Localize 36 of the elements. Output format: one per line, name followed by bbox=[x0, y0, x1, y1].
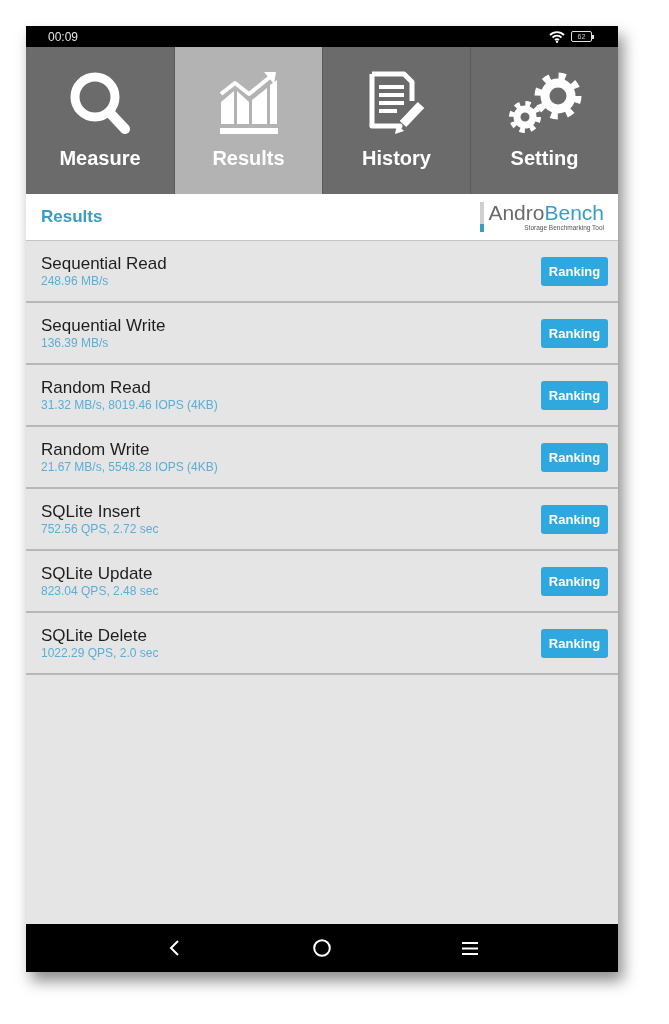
result-name: Sequential Read bbox=[41, 253, 167, 274]
result-value: 248.96 MB/s bbox=[41, 273, 110, 289]
result-value: 1022.29 QPS, 2.0 sec bbox=[41, 645, 159, 661]
result-value: 752.56 QPS, 2.72 sec bbox=[41, 521, 159, 537]
result-value: 823.04 QPS, 2.48 sec bbox=[41, 583, 159, 599]
gears-icon bbox=[507, 71, 582, 135]
result-name: SQLite Insert bbox=[41, 501, 142, 522]
result-name: SQLite Update bbox=[41, 563, 154, 584]
wifi-icon bbox=[549, 30, 565, 43]
tab[interactable]: Results bbox=[174, 47, 322, 194]
ranking-button[interactable]: Ranking bbox=[541, 566, 608, 596]
result-name: Random Read bbox=[41, 377, 152, 398]
status-time: 00:09 bbox=[48, 29, 79, 44]
result-value: 136.39 MB/s bbox=[41, 335, 110, 351]
ranking-button[interactable]: Ranking bbox=[541, 256, 608, 286]
result-value: 21.67 MB/s, 5548.28 IOPS (4KB) bbox=[41, 459, 218, 475]
header-title: Results bbox=[41, 207, 103, 227]
home-icon[interactable] bbox=[313, 939, 331, 957]
back-icon[interactable] bbox=[169, 940, 179, 956]
result-name: Random Write bbox=[41, 439, 151, 460]
tab[interactable]: History bbox=[322, 47, 470, 194]
ranking-button[interactable]: Ranking bbox=[541, 442, 608, 472]
result-name: SQLite Delete bbox=[41, 625, 148, 646]
ranking-button[interactable]: Ranking bbox=[541, 504, 608, 534]
ranking-button[interactable]: Ranking bbox=[541, 380, 608, 410]
logo-bar-icon bbox=[480, 202, 485, 232]
result-value: 31.32 MB/s, 8019.46 IOPS (4KB) bbox=[41, 397, 218, 413]
logo-wordmark: AndroBench bbox=[488, 202, 604, 224]
result-name: Sequential Write bbox=[41, 315, 166, 336]
ranking-button[interactable]: Ranking bbox=[541, 318, 608, 348]
tab[interactable]: Measure bbox=[26, 47, 174, 194]
ranking-button[interactable]: Ranking bbox=[541, 628, 608, 658]
chart-icon bbox=[219, 71, 278, 135]
search-icon bbox=[69, 71, 131, 135]
menu-icon[interactable] bbox=[462, 941, 478, 955]
tab[interactable]: Setting bbox=[470, 47, 618, 194]
